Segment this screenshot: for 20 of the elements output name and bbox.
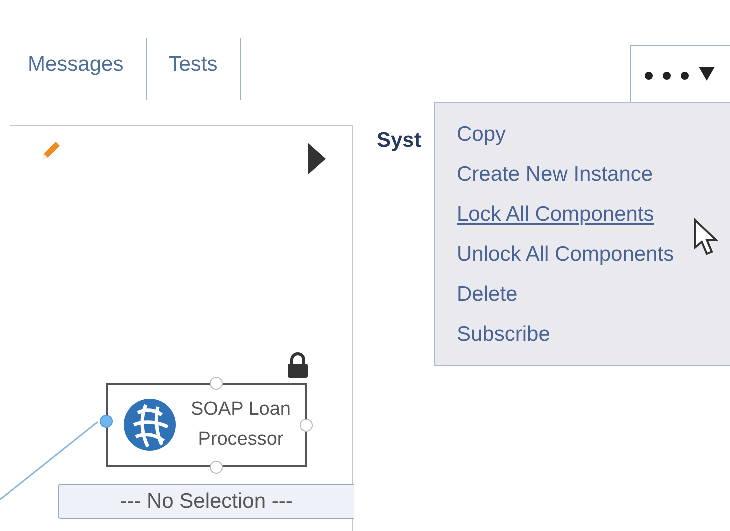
connection-handle[interactable] (210, 377, 223, 390)
connection-handle[interactable] (210, 461, 223, 474)
connection-handle[interactable] (300, 419, 313, 432)
menu-item[interactable]: Unlock All Components (435, 237, 730, 277)
section-heading: Syst (377, 129, 422, 153)
tab[interactable]: Tests (146, 38, 241, 100)
tab[interactable]: Messages (0, 38, 147, 100)
more-button[interactable] (630, 45, 730, 103)
selection-dropdown[interactable]: --- No Selection --- (58, 484, 354, 519)
mouse-cursor-icon (693, 218, 719, 256)
expand-arrow-icon[interactable] (308, 143, 326, 175)
menu-item[interactable]: Delete (435, 277, 730, 317)
globe-icon (124, 399, 176, 451)
node-label: SOAP Loan Processor (190, 398, 292, 452)
menu-item[interactable]: Subscribe (435, 317, 730, 357)
connection-handle[interactable] (100, 415, 113, 428)
menu-item[interactable]: Create New Instance (435, 157, 730, 197)
menu-item[interactable]: Lock All Components (435, 197, 730, 237)
service-node[interactable]: SOAP Loan Processor (106, 383, 307, 467)
menu-item[interactable]: Copy (435, 117, 730, 157)
